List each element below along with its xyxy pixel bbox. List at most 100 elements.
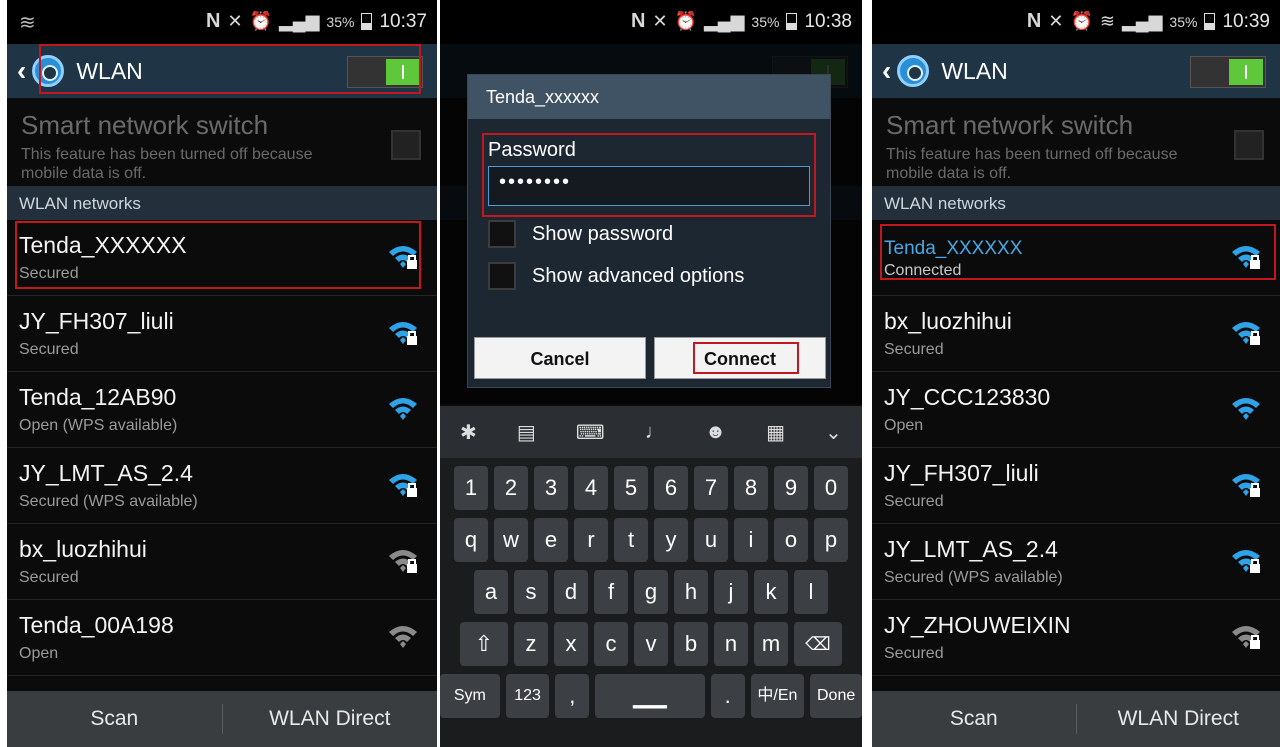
wifi-tether-icon: ≋ — [19, 12, 36, 34]
key-9[interactable]: 9 — [774, 466, 808, 510]
network-item[interactable]: Tenda_XXXXXX Connected — [872, 220, 1280, 296]
keyboard-toolbar: ✱ ▤ ⌨ ♩ ☻ ▦ ⌄ — [440, 406, 862, 458]
key-7[interactable]: 7 — [694, 466, 728, 510]
network-item[interactable]: bx_luozhihui Secured — [872, 296, 1280, 372]
wlan-toggle[interactable] — [1190, 56, 1266, 88]
key-4[interactable]: 4 — [574, 466, 608, 510]
network-status: Open — [884, 417, 924, 434]
backspace-key[interactable]: ⌫ — [794, 622, 842, 666]
network-item[interactable]: JY_LMT_AS_2.4 Secured (WPS available) — [872, 524, 1280, 600]
smart-switch-checkbox[interactable] — [1234, 130, 1264, 160]
bottom-bar: Scan WLAN Direct — [872, 691, 1280, 747]
key-n[interactable]: n — [714, 622, 748, 666]
back-icon[interactable]: ‹ — [882, 55, 891, 87]
network-item[interactable]: Tenda_12AB90 Open (WPS available) — [7, 372, 437, 448]
wlan-direct-button[interactable]: WLAN Direct — [223, 707, 438, 731]
shift-key[interactable]: ⇧ — [460, 622, 508, 666]
bottom-bar: Scan WLAN Direct — [7, 691, 437, 747]
wifi-status-icon: ≋ — [1099, 11, 1115, 31]
key-c[interactable]: c — [594, 622, 628, 666]
clock: 10:38 — [804, 10, 852, 32]
done-key[interactable]: Done — [810, 674, 862, 718]
network-item[interactable]: JY_CCC123830 Open — [872, 372, 1280, 448]
key-s[interactable]: s — [514, 570, 548, 614]
emoji-icon[interactable]: ☻ — [705, 421, 726, 444]
key-6[interactable]: 6 — [654, 466, 688, 510]
smart-network-switch: Smart network switch This feature has be… — [7, 98, 437, 186]
network-list: Tenda_XXXXXX Secured JY_FH307_liuli Secu… — [7, 220, 437, 676]
key-k[interactable]: k — [754, 570, 788, 614]
key-d[interactable]: d — [554, 570, 588, 614]
key-v[interactable]: v — [634, 622, 668, 666]
network-item[interactable]: bx_luozhihui Secured — [7, 524, 437, 600]
key-o[interactable]: o — [774, 518, 808, 562]
settings-icon[interactable]: ✱ — [460, 420, 477, 445]
smart-switch-title: Smart network switch — [21, 110, 269, 140]
network-status: Secured — [19, 569, 79, 586]
space-key[interactable]: ▁▁ — [595, 674, 705, 718]
scan-button[interactable]: Scan — [872, 707, 1076, 731]
key-r[interactable]: r — [574, 518, 608, 562]
network-name: Tenda_12AB90 — [19, 384, 177, 410]
wifi-lock-icon — [1232, 550, 1260, 573]
microphone-icon[interactable]: ♩ — [645, 421, 665, 444]
key-h[interactable]: h — [674, 570, 708, 614]
key-w[interactable]: w — [494, 518, 528, 562]
back-icon[interactable]: ‹ — [17, 55, 26, 87]
wlan-direct-button[interactable]: WLAN Direct — [1077, 707, 1280, 731]
connect-button[interactable]: Connect — [654, 337, 826, 379]
key-t[interactable]: t — [614, 518, 648, 562]
network-item[interactable]: JY_FH307_liuli Secured — [7, 296, 437, 372]
network-item[interactable]: Tenda_00A198 Open — [7, 600, 437, 676]
handwriting-icon[interactable]: ▦ — [766, 420, 785, 445]
phone-screen-3: N ✕ ⏰ ≋ ▂▄▆ 35% 10:39 ‹ WLAN Smart netwo… — [872, 0, 1280, 747]
scan-button[interactable]: Scan — [7, 707, 222, 731]
key-f[interactable]: f — [594, 570, 628, 614]
network-list: Tenda_XXXXXX Connected bx_luozhihui Secu… — [872, 220, 1280, 676]
key-p[interactable]: p — [814, 518, 848, 562]
key-2[interactable]: 2 — [494, 466, 528, 510]
settings-gear-icon[interactable] — [897, 55, 930, 87]
network-name: JY_LMT_AS_2.4 — [884, 536, 1058, 562]
key-b[interactable]: b — [674, 622, 708, 666]
network-item[interactable]: JY_ZHOUWEIXIN Secured — [872, 600, 1280, 676]
cancel-button[interactable]: Cancel — [474, 337, 646, 379]
key-z[interactable]: z — [514, 622, 548, 666]
key-y[interactable]: y — [654, 518, 688, 562]
network-status: Secured — [19, 341, 79, 358]
key-q[interactable]: q — [454, 518, 488, 562]
key-e[interactable]: e — [534, 518, 568, 562]
key-5[interactable]: 5 — [614, 466, 648, 510]
key-1[interactable]: 1 — [454, 466, 488, 510]
key-m[interactable]: m — [754, 622, 788, 666]
language-key[interactable]: 中/En — [750, 674, 805, 718]
network-item[interactable]: JY_FH307_liuli Secured — [872, 448, 1280, 524]
key-l[interactable]: l — [794, 570, 828, 614]
keyboard-icon[interactable]: ⌨ — [576, 420, 605, 445]
key-0[interactable]: 0 — [814, 466, 848, 510]
key-g[interactable]: g — [634, 570, 668, 614]
smart-switch-checkbox[interactable] — [391, 130, 421, 160]
key-i[interactable]: i — [734, 518, 768, 562]
network-item[interactable]: Tenda_XXXXXX Secured — [7, 220, 437, 296]
key-a[interactable]: a — [474, 570, 508, 614]
key-8[interactable]: 8 — [734, 466, 768, 510]
mute-icon: ✕ — [652, 11, 668, 31]
show-advanced-checkbox[interactable] — [488, 262, 516, 290]
show-password-checkbox[interactable] — [488, 220, 516, 248]
battery-percent: 35% — [751, 13, 780, 30]
sym-key[interactable]: Sym — [440, 674, 500, 718]
network-status: Secured (WPS available) — [19, 493, 198, 510]
key-j[interactable]: j — [714, 570, 748, 614]
clipboard-icon[interactable]: ▤ — [517, 420, 536, 445]
key-3[interactable]: 3 — [534, 466, 568, 510]
key-u[interactable]: u — [694, 518, 728, 562]
comma-key[interactable]: , — [555, 674, 590, 718]
show-password-label: Show password — [532, 222, 674, 245]
key-x[interactable]: x — [554, 622, 588, 666]
network-item[interactable]: JY_LMT_AS_2.4 Secured (WPS available) — [7, 448, 437, 524]
period-key[interactable]: . — [710, 674, 745, 718]
mute-icon: ✕ — [227, 11, 243, 31]
chevron-down-icon[interactable]: ⌄ — [825, 420, 842, 445]
numbers-key[interactable]: 123 — [505, 674, 550, 718]
